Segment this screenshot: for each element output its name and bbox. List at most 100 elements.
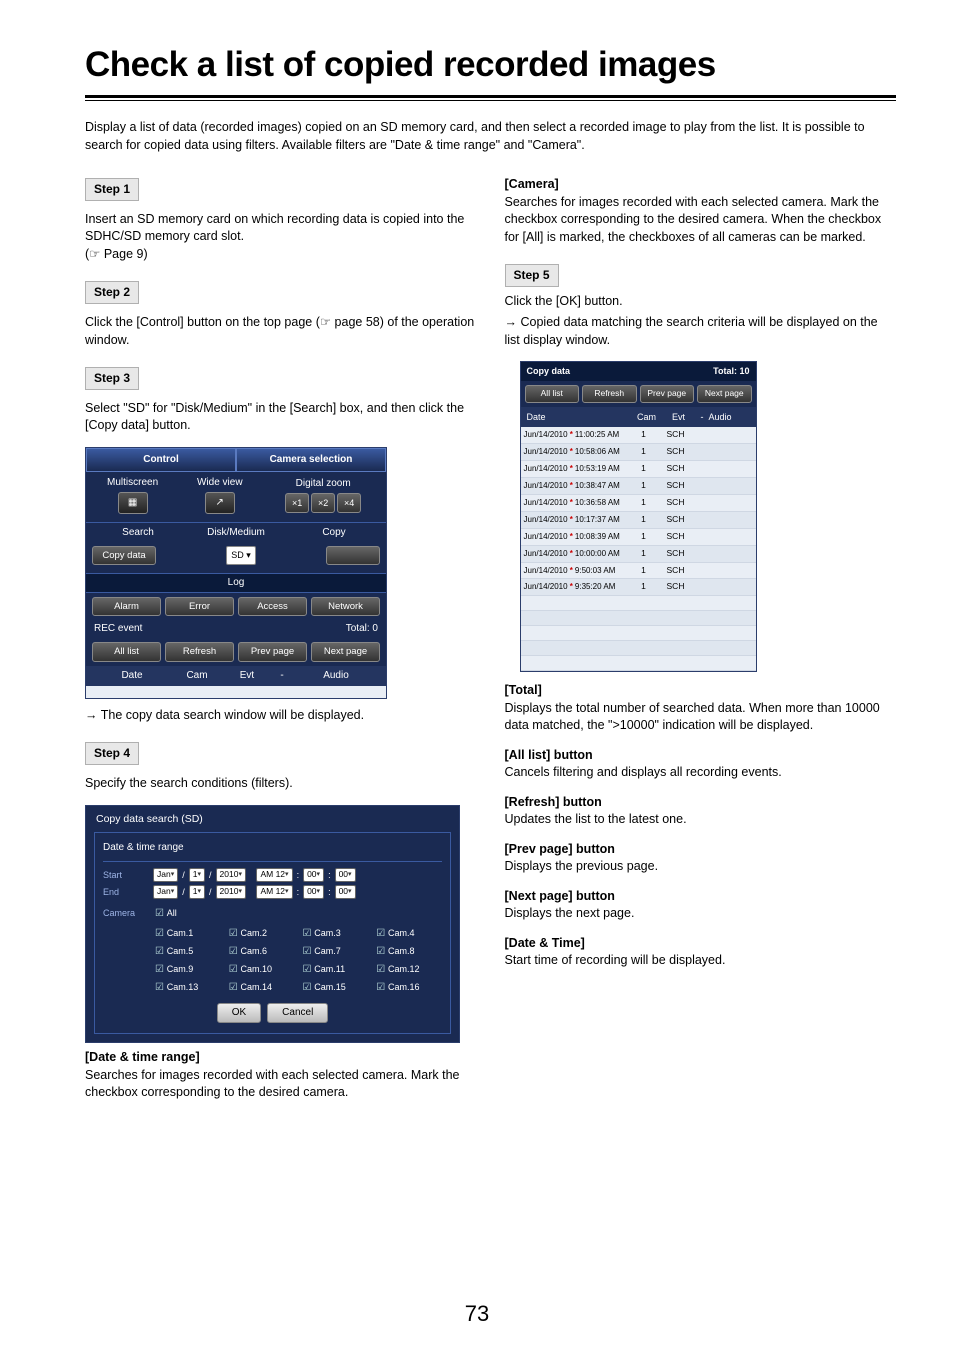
step2-text: Click the [Control] button on the top pa… [85, 314, 477, 349]
col-sep: - [272, 669, 292, 683]
chk-cam-4[interactable]: Cam.4 [376, 927, 442, 941]
chk-cam-5[interactable]: Cam.5 [155, 945, 221, 959]
table-row-empty [521, 656, 756, 671]
table-row[interactable]: Jun/14/2010 *10:53:19 AM1SCH [521, 461, 756, 478]
ok-button[interactable]: OK [217, 1003, 261, 1023]
alarm-button[interactable]: Alarm [92, 597, 161, 616]
alllist-heading: [All list] button [505, 747, 897, 765]
dt-text: Start time of recording will be displaye… [505, 952, 897, 970]
wideview-icon[interactable]: ↗ [205, 492, 235, 514]
error-button[interactable]: Error [165, 597, 234, 616]
log-section: Log [86, 573, 386, 593]
prev-text: Displays the previous page. [505, 858, 897, 876]
multiscreen-label: Multiscreen [92, 476, 173, 490]
dtr-label: [Date & time range] [85, 1049, 477, 1067]
step1-text: Insert an SD memory card on which record… [85, 211, 477, 264]
network-button[interactable]: Network [311, 597, 380, 616]
copy-button[interactable] [326, 546, 380, 565]
chk-cam-9[interactable]: Cam.9 [155, 963, 221, 977]
table-row[interactable]: Jun/14/2010 *9:35:20 AM1SCH [521, 579, 756, 596]
zoom-x4-button[interactable]: ×4 [337, 493, 361, 513]
table-row[interactable]: Jun/14/2010 *10:17:37 AM1SCH [521, 512, 756, 529]
col-date: Date [92, 669, 172, 683]
end-sec[interactable]: 00 [335, 885, 356, 899]
copy-data-button[interactable]: Copy data [92, 546, 156, 565]
end-year[interactable]: 2010 [216, 885, 246, 899]
cdl-alllist-button[interactable]: All list [525, 385, 580, 403]
table-row[interactable]: Jun/14/2010 *10:08:39 AM1SCH [521, 529, 756, 546]
chk-cam-10[interactable]: Cam.10 [229, 963, 295, 977]
end-day[interactable]: 1 [189, 885, 205, 899]
cancel-button[interactable]: Cancel [267, 1003, 328, 1023]
cdl-col-date: Date [524, 409, 634, 426]
cdl-col-audio: Audio [706, 409, 753, 426]
step3-result: The copy data search window will be disp… [85, 707, 477, 725]
chk-cam-8[interactable]: Cam.8 [376, 945, 442, 959]
rule-thick [85, 95, 896, 98]
table-row-empty [521, 641, 756, 656]
disk-select[interactable]: SD ▾ [226, 546, 256, 565]
chk-all[interactable]: All [155, 907, 442, 921]
wideview-label: Wide view [179, 476, 260, 490]
end-min[interactable]: 00 [303, 885, 324, 899]
cdl-col-sep: - [698, 409, 706, 426]
next-heading: [Next page] button [505, 888, 897, 906]
chk-cam-14[interactable]: Cam.14 [229, 981, 295, 995]
end-ampm[interactable]: AM 12 [256, 885, 292, 899]
cdl-prevpage-button[interactable]: Prev page [640, 385, 695, 403]
start-min[interactable]: 00 [303, 868, 324, 882]
chk-cam-1[interactable]: Cam.1 [155, 927, 221, 941]
cdl-col-evt: Evt [660, 409, 698, 426]
prevpage-button[interactable]: Prev page [238, 642, 307, 661]
chk-cam-11[interactable]: Cam.11 [303, 963, 369, 977]
chk-cam-12[interactable]: Cam.12 [376, 963, 442, 977]
chk-cam-7[interactable]: Cam.7 [303, 945, 369, 959]
step5-label: Step 5 [505, 264, 559, 287]
chk-cam-2[interactable]: Cam.2 [229, 927, 295, 941]
page-number: 73 [0, 1299, 954, 1330]
total-heading: [Total] [505, 682, 897, 700]
chk-cam-16[interactable]: Cam.16 [376, 981, 442, 995]
end-month[interactable]: Jan [153, 885, 178, 899]
table-row[interactable]: Jun/14/2010 *10:58:06 AM1SCH [521, 444, 756, 461]
table-row[interactable]: Jun/14/2010 *10:00:00 AM1SCH [521, 546, 756, 563]
table-row[interactable]: Jun/14/2010 *11:00:25 AM1SCH [521, 427, 756, 444]
end-label: End [103, 886, 149, 899]
chk-cam-13[interactable]: Cam.13 [155, 981, 221, 995]
zoom-x1-button[interactable]: ×1 [285, 493, 309, 513]
start-month[interactable]: Jan [153, 868, 178, 882]
start-sec[interactable]: 00 [335, 868, 356, 882]
step3-text: Select "SD" for "Disk/Medium" in the [Se… [85, 400, 477, 435]
refresh-button[interactable]: Refresh [165, 642, 234, 661]
start-ampm[interactable]: AM 12 [256, 868, 292, 882]
table-row[interactable]: Jun/14/2010 *10:36:58 AM1SCH [521, 495, 756, 512]
step3-label: Step 3 [85, 367, 139, 390]
access-button[interactable]: Access [238, 597, 307, 616]
multiscreen-icon[interactable]: ▦ [118, 492, 148, 514]
cdl-refresh-button[interactable]: Refresh [582, 385, 637, 403]
col-evt: Evt [222, 669, 272, 683]
control-tab[interactable]: Control [86, 448, 236, 472]
alllist-button[interactable]: All list [92, 642, 161, 661]
page-title: Check a list of copied recorded images [85, 40, 896, 89]
search-label: Search [92, 526, 184, 540]
chk-cam-15[interactable]: Cam.15 [303, 981, 369, 995]
zoom-x2-button[interactable]: ×2 [311, 493, 335, 513]
cds-daterange-label: Date & time range [103, 839, 442, 862]
chk-cam-6[interactable]: Cam.6 [229, 945, 295, 959]
nextpage-button[interactable]: Next page [311, 642, 380, 661]
chk-cam-3[interactable]: Cam.3 [303, 927, 369, 941]
copy-data-list: Copy data Total: 10 All list Refresh Pre… [520, 361, 757, 672]
table-row-empty [521, 596, 756, 611]
camera-selection-tab[interactable]: Camera selection [236, 448, 386, 472]
table-row[interactable]: Jun/14/2010 *9:50:03 AM1SCH [521, 563, 756, 580]
cdl-nextpage-button[interactable]: Next page [697, 385, 752, 403]
refresh-text: Updates the list to the latest one. [505, 811, 897, 829]
intro-paragraph: Display a list of data (recorded images)… [85, 119, 896, 154]
step4-text: Specify the search conditions (filters). [85, 775, 477, 793]
total-text: Displays the total number of searched da… [505, 700, 897, 735]
start-year[interactable]: 2010 [216, 868, 246, 882]
table-row[interactable]: Jun/14/2010 *10:38:47 AM1SCH [521, 478, 756, 495]
start-day[interactable]: 1 [189, 868, 205, 882]
col-audio: Audio [292, 669, 380, 683]
